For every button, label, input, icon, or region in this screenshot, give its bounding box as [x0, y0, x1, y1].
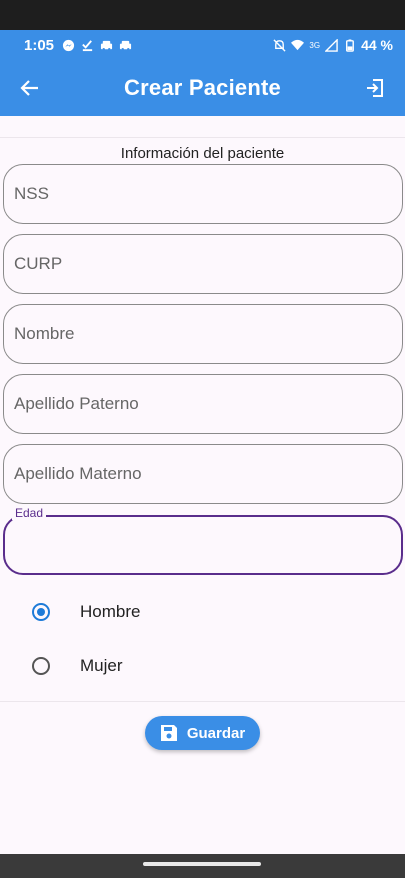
signal-icon [325, 38, 338, 52]
system-nav-bar [0, 854, 405, 878]
nombre-field[interactable]: Nombre [3, 304, 403, 364]
nss-label: NSS [14, 184, 49, 203]
nombre-label: Nombre [14, 324, 75, 343]
mute-icon [273, 38, 286, 52]
wifi-icon [291, 39, 305, 50]
gender-option-mujer[interactable]: Mujer [0, 640, 405, 692]
gender-label-hombre: Hombre [80, 602, 141, 621]
curp-field[interactable]: CURP [3, 234, 403, 294]
apellido-paterno-label: Apellido Paterno [14, 394, 139, 413]
status-time: 1:05 [24, 36, 55, 54]
arrow-left-icon [20, 80, 38, 96]
radio-button-selected[interactable] [32, 603, 50, 621]
app-bar: Crear Paciente [0, 60, 405, 116]
download-done-icon [82, 39, 93, 51]
home-gesture-handle[interactable] [143, 862, 261, 866]
battery-percent: 44 % [361, 37, 393, 53]
save-button[interactable]: Guardar [145, 716, 260, 750]
edad-label: Edad [12, 506, 47, 520]
edad-field[interactable]: Edad [3, 506, 403, 575]
network-type: 3G [309, 40, 321, 50]
nss-field[interactable]: NSS [3, 164, 403, 224]
form-content: Información del paciente NSS CURP Nombre… [0, 116, 405, 854]
back-button[interactable] [0, 60, 60, 116]
exit-button[interactable] [345, 60, 405, 116]
gender-label-mujer: Mujer [80, 656, 123, 675]
car-icon [100, 40, 113, 50]
battery-icon [346, 38, 354, 52]
apellido-materno-field[interactable]: Apellido Materno [3, 444, 403, 504]
section-title: Información del paciente [120, 145, 285, 162]
exit-icon [367, 79, 383, 97]
car-icon-2 [119, 40, 132, 50]
apellido-materno-label: Apellido Materno [14, 464, 142, 483]
save-button-label: Guardar [186, 724, 246, 742]
divider [0, 137, 405, 138]
gender-option-hombre[interactable]: Hombre [0, 586, 405, 638]
divider [0, 701, 405, 702]
radio-button-unselected[interactable] [32, 657, 50, 675]
screen-top-bezel [0, 0, 405, 30]
messenger-icon [62, 39, 75, 51]
apellido-paterno-field[interactable]: Apellido Paterno [3, 374, 403, 434]
curp-label: CURP [14, 254, 63, 273]
floppy-disk-icon [160, 725, 177, 741]
status-bar: 1:05 3G 44 % [0, 30, 405, 60]
page-title: Crear Paciente [124, 75, 281, 100]
